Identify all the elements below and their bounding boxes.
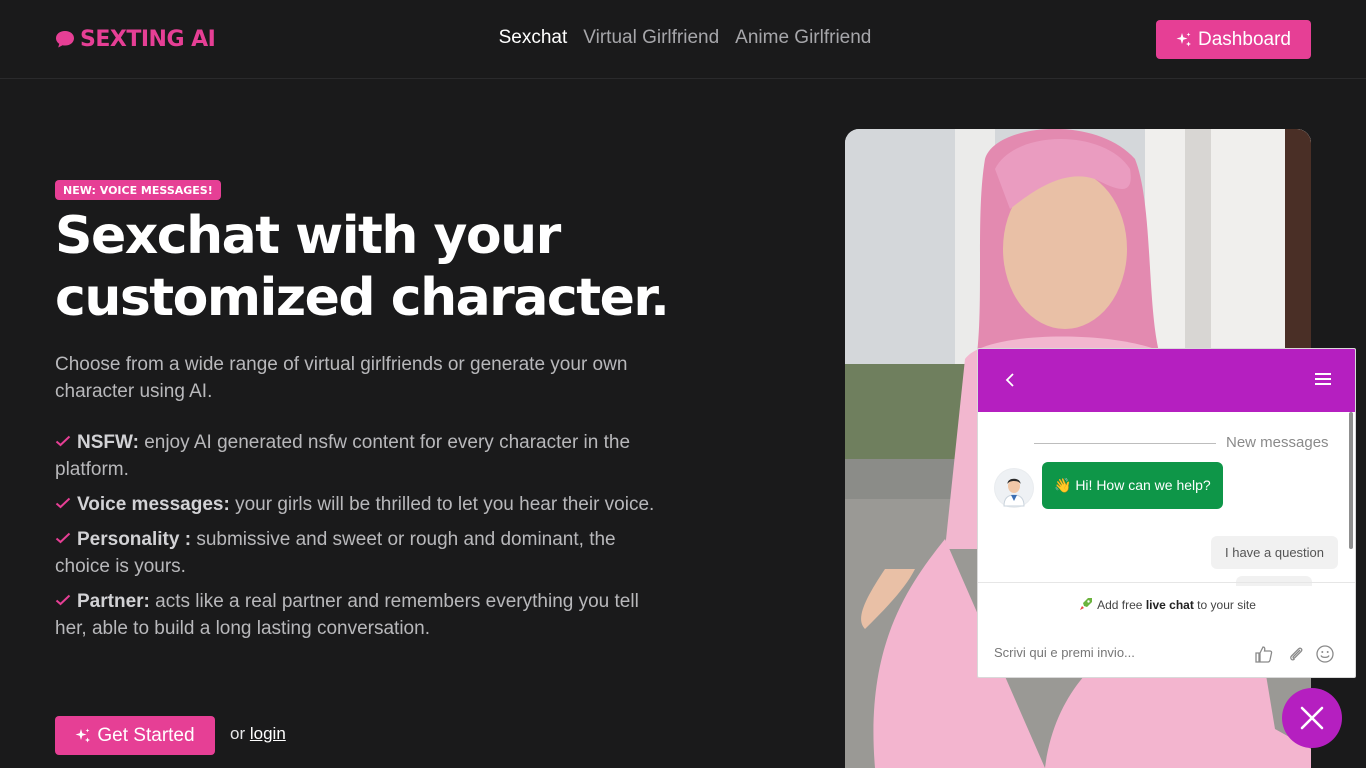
- nav-link-virtual-girlfriend[interactable]: Virtual Girlfriend: [583, 27, 719, 49]
- chat-header: [978, 349, 1355, 412]
- feature-item-voice: Voice messages: your girls will be thril…: [55, 491, 670, 518]
- close-icon: [1300, 706, 1324, 730]
- chat-footer-divider: [978, 582, 1355, 583]
- agent-message-bubble: 👋 Hi! How can we help?: [1042, 462, 1223, 509]
- check-icon: [55, 435, 71, 447]
- sparkle-icon: [75, 728, 91, 742]
- headline-line-2: customized character.: [55, 268, 670, 328]
- paperclip-icon[interactable]: [1286, 644, 1306, 664]
- top-navigation-bar: SEXTING AI Sexchat Virtual Girlfriend An…: [0, 0, 1366, 79]
- or-text: or: [230, 724, 246, 743]
- chat-promo[interactable]: Add free live chat to your site: [978, 597, 1355, 612]
- feature-title: NSFW:: [77, 432, 139, 453]
- dashboard-button[interactable]: Dashboard: [1156, 20, 1311, 59]
- page-headline: Sexchat with your customized character.: [55, 205, 735, 329]
- check-icon: [55, 497, 71, 509]
- nav-link-anime-girlfriend[interactable]: Anime Girlfriend: [735, 27, 871, 49]
- new-messages-divider: [1034, 443, 1216, 444]
- thumbs-up-icon[interactable]: [1254, 644, 1274, 664]
- nav-link-sexchat[interactable]: Sexchat: [499, 27, 568, 49]
- feature-title: Personality :: [77, 529, 192, 550]
- check-icon: [55, 532, 71, 544]
- chat-scrollbar[interactable]: [1349, 412, 1353, 549]
- chat-message-input[interactable]: [994, 643, 1224, 661]
- promo-bold: live chat: [1145, 598, 1194, 612]
- user-quick-reply-partial[interactable]: [1236, 576, 1312, 586]
- dashboard-label: Dashboard: [1198, 28, 1291, 50]
- feature-text: enjoy AI generated nsfw content for ever…: [55, 432, 631, 480]
- chat-messages[interactable]: New messages 👋 Hi! How can we help? I ha…: [978, 412, 1355, 586]
- promo-prefix: Add free: [1097, 598, 1146, 612]
- chat-close-button[interactable]: [1282, 688, 1342, 748]
- get-started-button[interactable]: Get Started: [55, 716, 215, 755]
- user-quick-reply[interactable]: I have a question: [1211, 536, 1339, 569]
- emoji-icon[interactable]: [1315, 644, 1335, 664]
- feature-list: NSFW: enjoy AI generated nsfw content fo…: [55, 429, 670, 650]
- agent-avatar: [994, 468, 1034, 508]
- feature-item-partner: Partner: acts like a real partner and re…: [55, 588, 670, 642]
- rocket-icon: [1080, 598, 1093, 610]
- login-link[interactable]: login: [250, 724, 286, 743]
- agent-avatar-icon: [995, 469, 1033, 507]
- feature-text: your girls will be thrilled to let you h…: [229, 494, 655, 515]
- headline-line-1: Sexchat with your: [55, 206, 561, 266]
- live-chat-widget: New messages 👋 Hi! How can we help? I ha…: [977, 348, 1356, 678]
- chevron-left-icon[interactable]: [1002, 371, 1018, 389]
- feature-title: Voice messages:: [77, 494, 230, 515]
- hero-subtitle: Choose from a wide range of virtual girl…: [55, 354, 628, 402]
- hamburger-menu-icon[interactable]: [1314, 371, 1332, 387]
- check-icon: [55, 594, 71, 606]
- new-messages-label: New messages: [1226, 434, 1329, 451]
- new-feature-badge: NEW: VOICE MESSAGES!: [55, 180, 221, 200]
- promo-suffix: to your site: [1193, 598, 1256, 612]
- get-started-label: Get Started: [97, 724, 195, 746]
- sparkle-icon: [1176, 32, 1192, 46]
- feature-title: Partner:: [77, 591, 150, 612]
- login-prompt: or login: [230, 724, 286, 744]
- feature-item-personality: Personality : submissive and sweet or ro…: [55, 526, 670, 580]
- feature-item-nsfw: NSFW: enjoy AI generated nsfw content fo…: [55, 429, 670, 483]
